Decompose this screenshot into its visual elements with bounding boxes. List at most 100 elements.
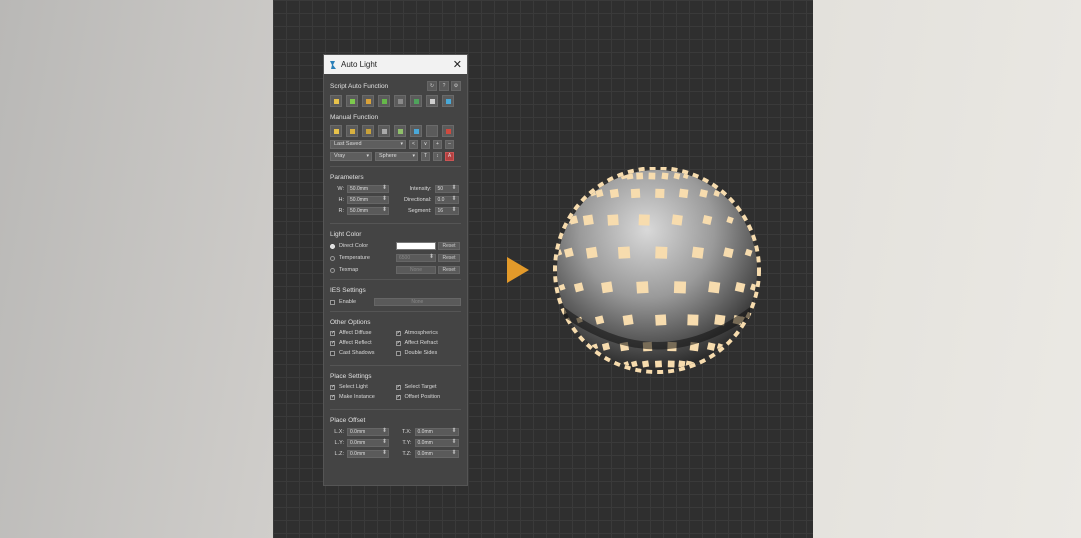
- w-spinner[interactable]: 50.0mm: [347, 185, 389, 193]
- sphere-light-tile: [655, 314, 667, 326]
- direct-color-reset-button[interactable]: Reset: [438, 242, 460, 250]
- preset-prev-button[interactable]: <: [409, 140, 418, 149]
- manual-area-button[interactable]: [378, 125, 390, 137]
- preset-select[interactable]: Last Saved: [330, 140, 406, 149]
- r-spinner[interactable]: 50.0mm: [347, 207, 389, 215]
- manual-point-button[interactable]: [394, 125, 406, 137]
- sphere-light-tile: [609, 188, 620, 199]
- tx-spinner[interactable]: 0.0mm: [414, 428, 459, 436]
- temperature-spinner[interactable]: 6500: [396, 254, 436, 262]
- sphere-light-tile: [661, 172, 669, 180]
- affect-reflect-label: Affect Reflect: [339, 340, 372, 346]
- lx-spinner[interactable]: 0.0mm: [347, 428, 389, 436]
- manual-direct-button[interactable]: [362, 125, 374, 137]
- tz-spinner[interactable]: 0.0mm: [414, 450, 459, 458]
- auto-rim-light-button[interactable]: [362, 95, 374, 107]
- sphere-light-tile: [671, 214, 683, 226]
- ly-spinner[interactable]: 0.0mm: [347, 439, 389, 447]
- make-instance-label: Make Instance: [339, 394, 375, 400]
- place-offset-grid: L.X:0.0mm L.Y:0.0mm L.Z:0.0mm T.X:0.0mm …: [330, 428, 461, 461]
- auto-dome-button[interactable]: [394, 95, 406, 107]
- manual-omni-button[interactable]: [330, 125, 342, 137]
- ies-row: Enable None: [330, 298, 461, 306]
- directional-spinner[interactable]: 0.0: [434, 196, 459, 204]
- manual-label: Manual Function: [330, 114, 379, 121]
- affect-reflect-checkbox[interactable]: ✓: [330, 340, 335, 346]
- segment-spinner[interactable]: 16: [434, 207, 459, 215]
- lz-spinner[interactable]: 0.0mm: [347, 450, 389, 458]
- auto-light-panel: Auto Light ✕ Script Auto Function ↻ ? ⚙ …: [323, 54, 468, 486]
- renderer-a-button[interactable]: A: [445, 152, 454, 161]
- help-icon[interactable]: ?: [439, 81, 449, 91]
- lit-sphere-preview: [553, 167, 761, 374]
- ies-file-button[interactable]: None: [373, 298, 461, 306]
- manual-link-button[interactable]: [410, 125, 422, 137]
- texmap-button[interactable]: None: [396, 266, 436, 274]
- sphere-light-tile: [654, 360, 663, 368]
- intensity-spinner[interactable]: 50: [434, 185, 459, 193]
- sphere-light-tile: [585, 246, 598, 259]
- refresh-icon[interactable]: ↻: [427, 81, 437, 91]
- temperature-reset-button[interactable]: Reset: [438, 254, 460, 262]
- preset-add-button[interactable]: +: [433, 140, 442, 149]
- ies-enable-checkbox[interactable]: [330, 299, 335, 305]
- sphere-light-tile: [582, 214, 594, 226]
- auto-back-light-button[interactable]: [378, 95, 390, 107]
- renderer-select[interactable]: Vray: [330, 152, 372, 161]
- temperature-radio[interactable]: [330, 255, 335, 261]
- direct-color-label: Direct Color: [339, 243, 369, 249]
- preset-remove-button[interactable]: –: [445, 140, 454, 149]
- texmap-radio[interactable]: [330, 267, 335, 273]
- manual-spot-button[interactable]: [346, 125, 358, 137]
- panel-titlebar[interactable]: Auto Light ✕: [324, 55, 467, 74]
- cast-shadows-label: Cast Shadows: [339, 350, 375, 356]
- direct-color-radio[interactable]: [330, 243, 335, 249]
- sphere-light-tile: [607, 214, 619, 226]
- preset-down-button[interactable]: ∨: [421, 140, 430, 149]
- manual-blank-button[interactable]: [426, 125, 438, 137]
- ty-spinner[interactable]: 0.0mm: [414, 439, 459, 447]
- lx-label: L.X:: [334, 429, 344, 435]
- direct-color-swatch[interactable]: [396, 242, 436, 250]
- texmap-reset-button[interactable]: Reset: [438, 266, 460, 274]
- shape-select[interactable]: Sphere: [375, 152, 418, 161]
- double-sides-checkbox[interactable]: [395, 350, 401, 356]
- script-auto-header: Script Auto Function ↻ ? ⚙: [330, 81, 461, 91]
- cast-shadows-checkbox[interactable]: [330, 350, 335, 356]
- auto-key-light-button[interactable]: [330, 95, 342, 107]
- segment-label: Segment:: [407, 208, 432, 214]
- auto-add-button[interactable]: [410, 95, 422, 107]
- sphere-light-tile: [673, 281, 687, 294]
- offset-position-checkbox[interactable]: ✓: [395, 394, 401, 400]
- sphere-body: [557, 170, 757, 370]
- preset-row: Last Saved < ∨ + –: [330, 140, 461, 149]
- settings-icon[interactable]: ⚙: [451, 81, 461, 91]
- script-auto-label: Script Auto Function: [330, 82, 389, 90]
- parameters-grid: W:50.0mm H:50.0mm R:50.0mm Intensity:50 …: [330, 185, 461, 218]
- direct-color-row: Direct Color Reset: [330, 242, 461, 250]
- h-spinner[interactable]: 50.0mm: [347, 196, 389, 204]
- renderer-arrows-button[interactable]: ↕: [433, 152, 442, 161]
- w-label: W:: [337, 186, 344, 192]
- auto-target-button[interactable]: [426, 95, 438, 107]
- make-instance-checkbox[interactable]: ✓: [330, 394, 335, 400]
- other-options-label: Other Options: [330, 319, 371, 326]
- manual-delete-button[interactable]: [442, 125, 454, 137]
- sphere-light-tile: [655, 246, 668, 259]
- atmospherics-checkbox[interactable]: ✓: [395, 330, 401, 336]
- sphere-light-tile: [708, 281, 721, 294]
- affect-diffuse-checkbox[interactable]: ✓: [330, 330, 335, 336]
- sphere-light-tile: [617, 246, 631, 259]
- select-light-checkbox[interactable]: ✓: [330, 384, 335, 390]
- close-icon[interactable]: ✕: [453, 59, 462, 70]
- place-settings-label: Place Settings: [330, 373, 372, 380]
- select-target-checkbox[interactable]: ✓: [395, 384, 401, 390]
- light-color-label: Light Color: [330, 231, 362, 238]
- sphere-light-tile: [691, 246, 704, 259]
- affect-refract-label: Affect Refract: [404, 340, 438, 346]
- affect-diffuse-label: Affect Diffuse: [339, 330, 372, 336]
- renderer-t-button[interactable]: T: [421, 152, 430, 161]
- auto-fill-light-button[interactable]: [346, 95, 358, 107]
- affect-refract-checkbox[interactable]: ✓: [395, 340, 401, 346]
- auto-render-button[interactable]: [442, 95, 454, 107]
